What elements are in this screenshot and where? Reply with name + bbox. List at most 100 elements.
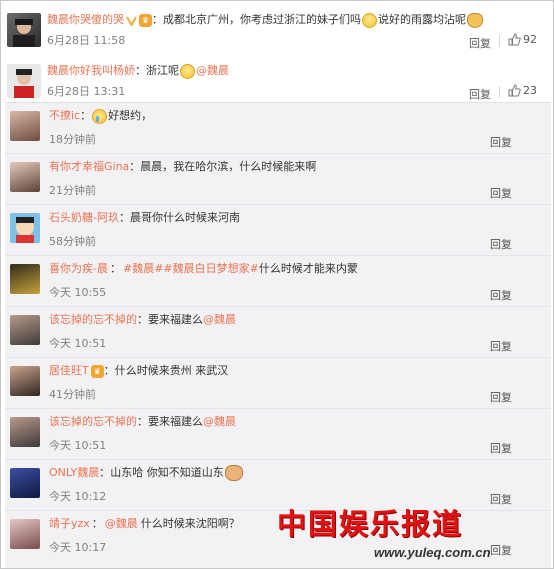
reply-item: 石头奶糖-阿玖 ：晨哥你什么时候来河南 58分钟前 回复 [5,205,551,256]
like-count: 23 [523,84,537,97]
topic-link[interactable]: #魏晨##魏晨白日梦想家# [123,261,259,277]
timestamp: 今天 10:55 [49,286,107,299]
username[interactable]: ONLY魏晨 [49,465,99,481]
comment-content: 不撩ic ： 好想约， [49,108,152,124]
reply-button[interactable]: 回复 [490,440,512,456]
timestamp: 21分钟前 [49,184,96,197]
username[interactable]: 喜你为疾-晨 [49,261,108,277]
avatar[interactable] [10,417,40,447]
thumbs-up-icon [508,84,521,97]
top-comments: 魏晨你哭傻的哭 ♛ ：成都北京广州，你考虑过浙江的妹子们吗 说好的雨露均沾呢 6… [1,1,553,102]
comment-content: 居佳旺T ♛ ：什么时候来贵州 来武汉 [49,363,228,379]
reply-button[interactable]: 回复 [490,236,512,252]
top-comment: 魏晨你好我叫杨娇 ：浙江呢 @魏晨 6月28日 13:31 回复 23 [1,56,553,106]
username[interactable]: 有你才幸福Gina [49,159,129,175]
member-badge-icon: ♛ [139,13,152,27]
comment-text: ：成都北京广州，你考虑过浙江的妹子们吗 [152,13,361,26]
timestamp: 6月28日 11:58 [47,34,126,47]
avatar-image [16,217,34,243]
username[interactable]: 该忘掉的忘不掉的 [49,312,137,328]
like-button[interactable]: 92 [508,33,537,46]
timestamp: 今天 10:51 [49,337,107,350]
comment-text: 说好的雨露均沾呢 [378,13,466,26]
comment-content: 魏晨你好我叫杨娇 ：浙江呢 @魏晨 [47,63,229,79]
username[interactable]: 该忘掉的忘不掉的 [49,414,137,430]
reply-button[interactable]: 回复 [490,491,512,507]
timestamp: 今天 10:51 [49,439,107,452]
avatar[interactable] [10,366,40,396]
comment-text: 什么时候才能来内蒙 [258,262,358,275]
reply-button[interactable]: 回复 [490,287,512,303]
reply-button[interactable]: 回复 [490,338,512,354]
mention-link[interactable]: @魏晨 [203,312,236,328]
reply-item: 居佳旺T ♛ ：什么时候来贵州 来武汉 41分钟前 回复 [5,358,551,409]
username[interactable]: 靖子yzx [49,516,90,532]
comment-text: ：晨晨，我在哈尔滨，什么时候能来啊 [129,160,317,173]
reply-item: 不撩ic ： 好想约， 18分钟前 回复 [5,103,551,154]
avatar[interactable] [10,162,40,192]
comment-text: ：要来福建么 [137,415,203,428]
username[interactable]: 居佳旺T [49,363,89,379]
timestamp: 今天 10:12 [49,490,107,503]
dog-emoji-icon [224,465,243,481]
comment-text: 好想约， [108,109,153,122]
avatar[interactable] [7,64,41,98]
username[interactable]: 石头奶糖-阿玖 [49,210,119,226]
timestamp: 58分钟前 [49,235,96,248]
avatar[interactable] [7,13,41,47]
avatar[interactable] [10,111,40,141]
username[interactable]: 魏晨你好我叫杨娇 [47,63,135,79]
reply-item: 该忘掉的忘不掉的 ：要来福建么 @魏晨 今天 10:51 回复 [5,307,551,358]
avatar[interactable] [10,315,40,345]
reply-button[interactable]: 回复 [469,86,491,102]
colon: ： [91,517,103,530]
comment-text: 什么时候来沈阳啊？ [140,517,240,530]
reply-button[interactable]: 回复 [490,134,512,150]
reply-item: 该忘掉的忘不掉的 ：要来福建么 @魏晨 今天 10:51 回复 [5,409,551,460]
avatar[interactable] [10,264,40,294]
comment-content: 该忘掉的忘不掉的 ：要来福建么 @魏晨 [49,312,236,328]
avatar-image [13,19,35,47]
timestamp: 18分钟前 [49,133,96,146]
comment-content: ONLY魏晨 ：山东哈 你知不知道山东 [49,465,244,481]
divider [499,35,500,47]
mention-link[interactable]: @魏晨 [203,414,236,430]
comment-content: 石头奶糖-阿玖 ：晨哥你什么时候来河南 [49,210,240,226]
avatar[interactable] [10,213,40,243]
cat-emoji-icon [467,12,483,28]
top-comment: 魏晨你哭傻的哭 ♛ ：成都北京广州，你考虑过浙江的妹子们吗 说好的雨露均沾呢 6… [1,5,553,55]
timestamp: 41分钟前 [49,388,96,401]
username[interactable]: 不撩ic [49,108,80,124]
comment-content: 魏晨你哭傻的哭 ♛ ：成都北京广州，你考虑过浙江的妹子们吗 说好的雨露均沾呢 [47,12,484,28]
divider [499,86,500,98]
watermark-url: www.yuleq.com.cn [374,545,491,560]
comment-text: ： [80,109,92,122]
avatar[interactable] [10,468,40,498]
reply-button[interactable]: 回复 [469,35,491,51]
colon: ： [109,262,121,275]
reply-list: 不撩ic ： 好想约， 18分钟前 回复 有你才幸福Gina ：晨晨，我在哈尔滨… [5,102,551,568]
cry-emoji-icon [92,108,108,124]
member-badge-icon: ♛ [90,364,104,378]
timestamp: 6月28日 13:31 [47,85,126,98]
like-button[interactable]: 23 [508,84,537,97]
reply-button[interactable]: 回复 [490,185,512,201]
thumbs-up-icon [508,33,521,46]
reply-item: 喜你为疾-晨 ： #魏晨##魏晨白日梦想家# 什么时候才能来内蒙 今天 10:5… [5,256,551,307]
reply-button[interactable]: 回复 [490,542,512,558]
comment-content: 该忘掉的忘不掉的 ：要来福建么 @魏晨 [49,414,236,430]
watermark-title: 中国娱乐报道 [277,507,464,541]
comment-text: ：晨哥你什么时候来河南 [118,211,240,224]
avatar-image [14,69,34,98]
comment-text: ：山东哈 你知不知道山东 [99,466,224,479]
comment-panel: 魏晨你哭傻的哭 ♛ ：成都北京广州，你考虑过浙江的妹子们吗 说好的雨露均沾呢 6… [0,0,554,569]
timestamp: 今天 10:17 [49,541,107,554]
username[interactable]: 魏晨你哭傻的哭 [47,12,124,28]
mention-link[interactable]: @魏晨 [196,63,229,79]
mention-link[interactable]: @魏晨 [105,516,138,532]
comment-content: 喜你为疾-晨 ： #魏晨##魏晨白日梦想家# 什么时候才能来内蒙 [49,261,358,277]
comment-text: ：什么时候来贵州 来武汉 [103,364,229,377]
avatar[interactable] [10,519,40,549]
reply-button[interactable]: 回复 [490,389,512,405]
reply-item: 有你才幸福Gina ：晨晨，我在哈尔滨，什么时候能来啊 21分钟前 回复 [5,154,551,205]
